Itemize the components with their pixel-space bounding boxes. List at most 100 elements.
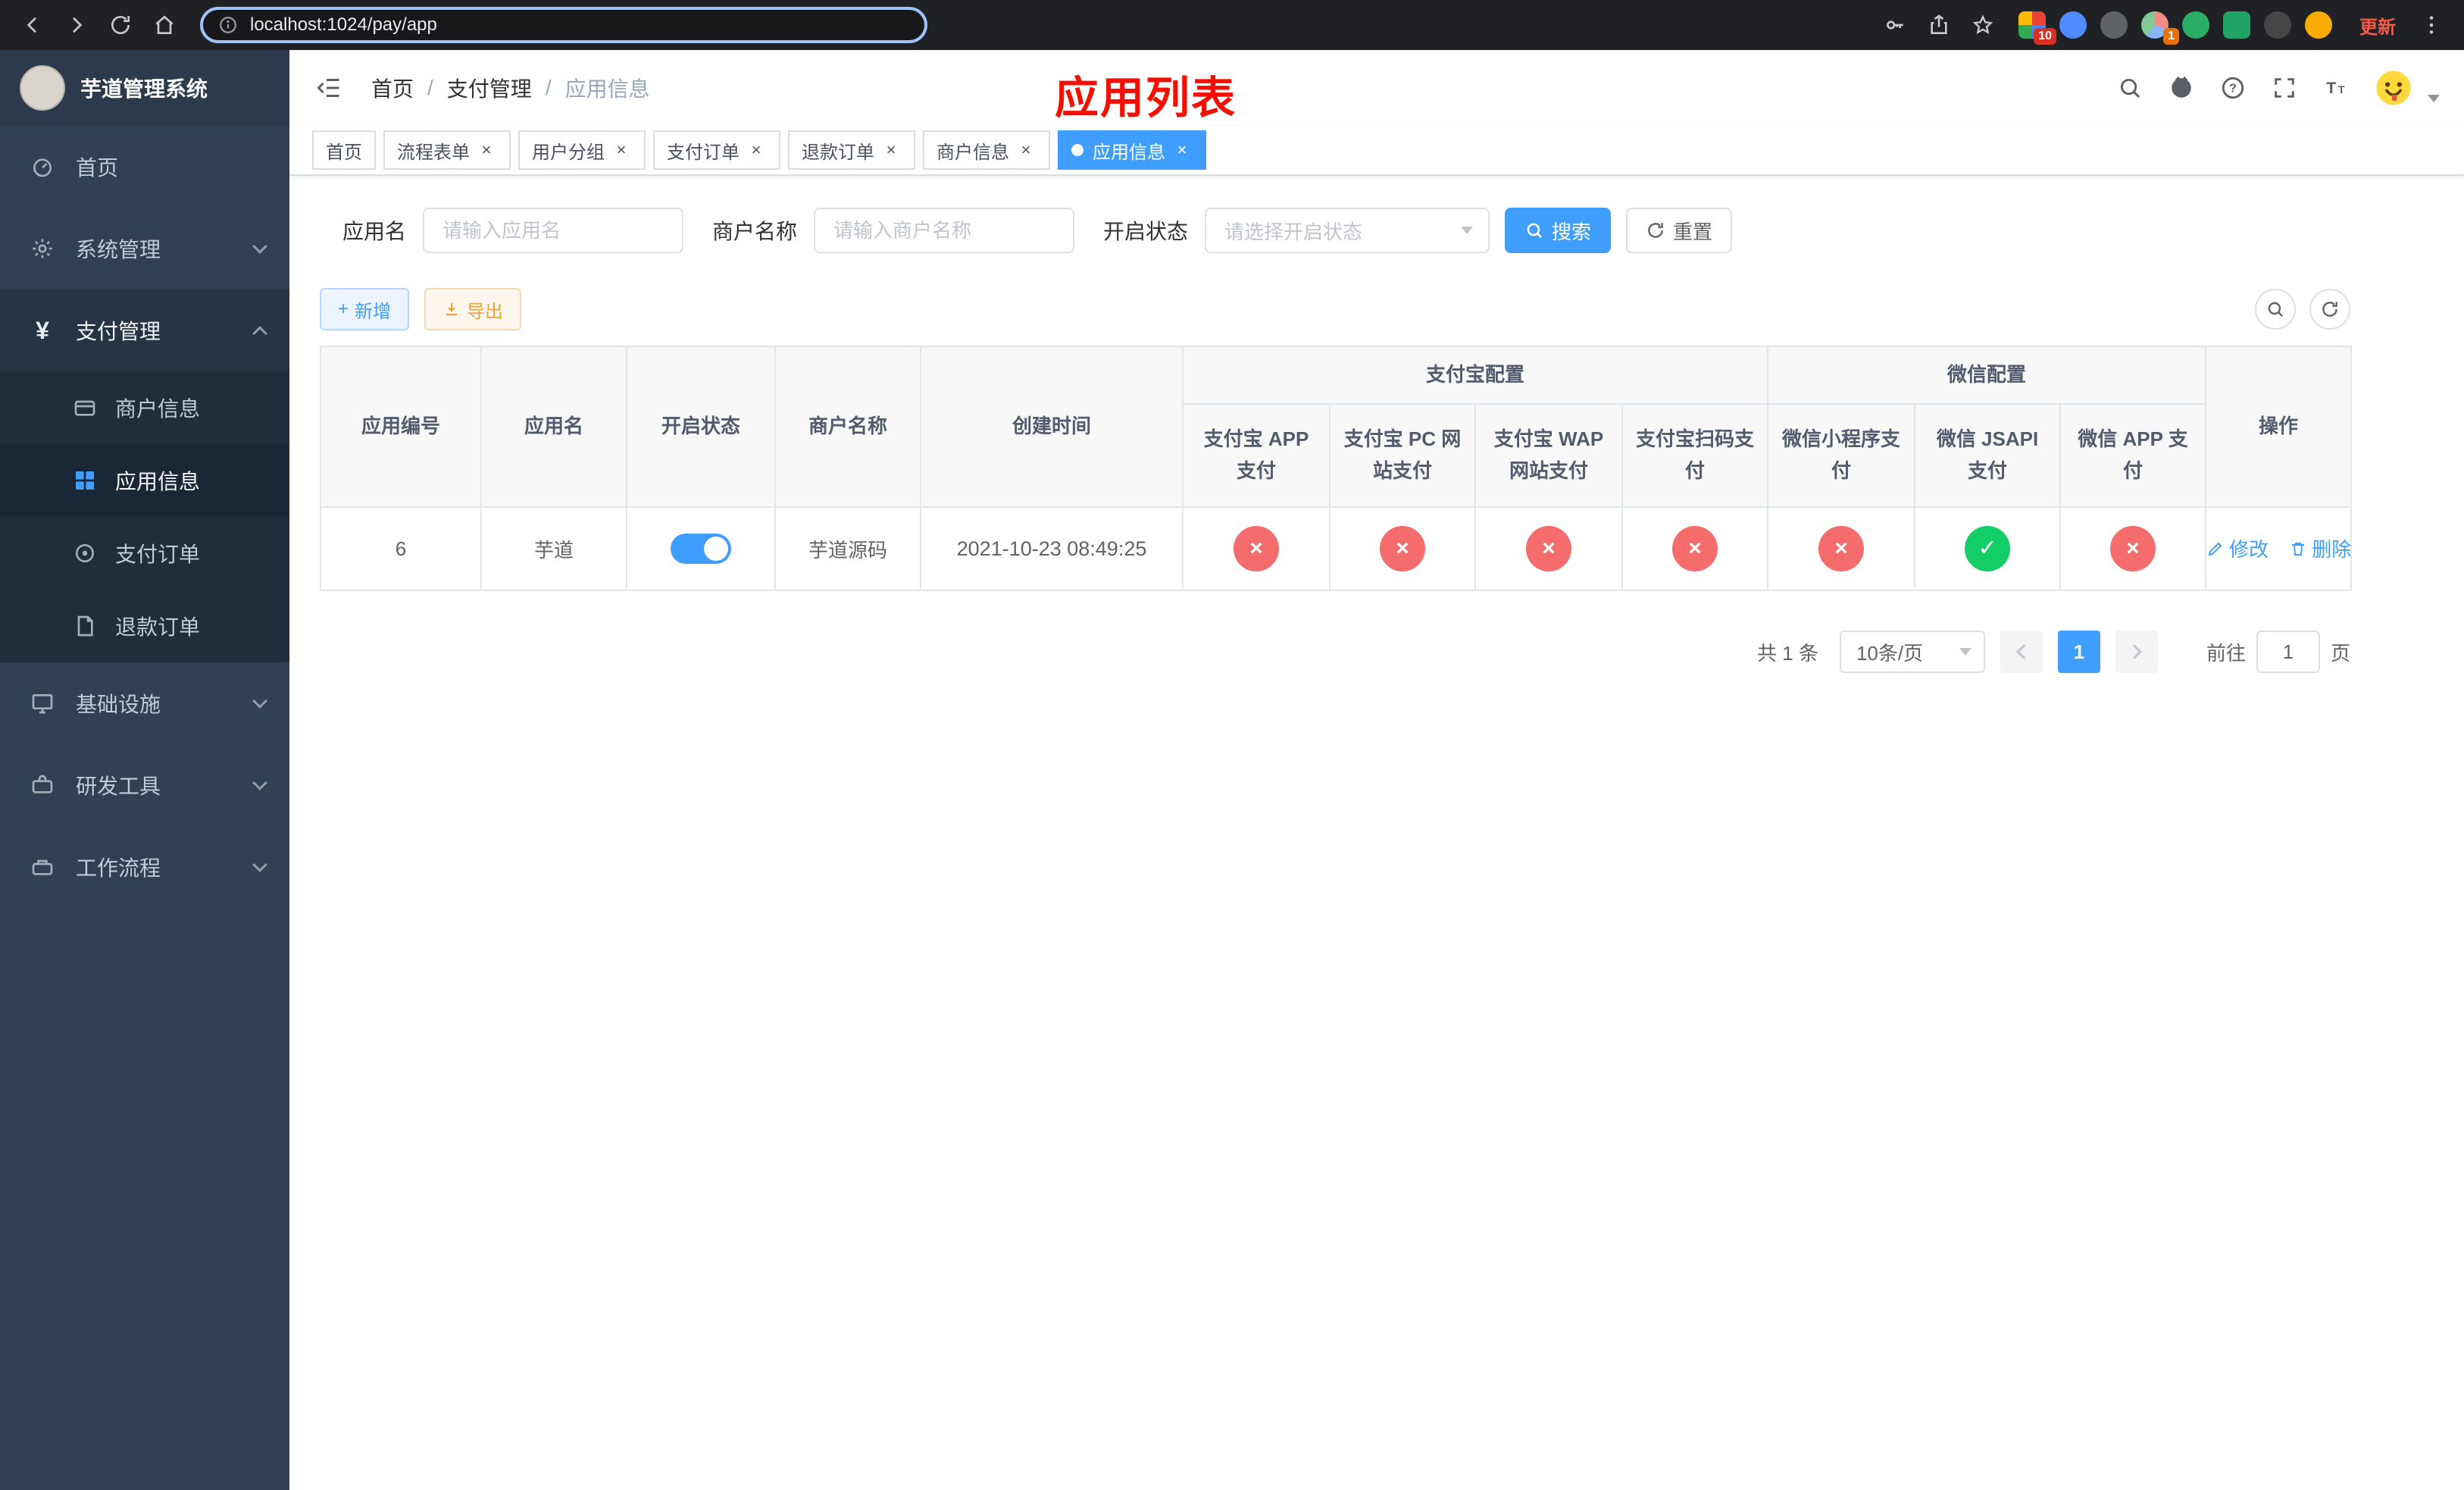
- tab-pay-order[interactable]: 支付订单 ×: [653, 130, 780, 170]
- extension-pin-icon[interactable]: [2264, 11, 2291, 39]
- help-icon[interactable]: ?: [2219, 74, 2247, 102]
- extension-drop-icon[interactable]: [2059, 11, 2087, 39]
- sidebar-item-pay-order[interactable]: 支付订单: [0, 517, 289, 590]
- prev-page-button[interactable]: [2000, 631, 2043, 673]
- tab-home[interactable]: 首页: [312, 130, 376, 170]
- refresh-table-button[interactable]: [2309, 289, 2350, 330]
- font-size-icon[interactable]: TT: [2322, 74, 2350, 102]
- password-key-icon[interactable]: [1875, 5, 1915, 45]
- sidebar-item-app-info[interactable]: 应用信息: [0, 444, 289, 517]
- extension-dark-icon[interactable]: [2100, 11, 2128, 39]
- toggle-knob: [704, 537, 728, 561]
- tab-merchant-info[interactable]: 商户信息 ×: [923, 130, 1050, 170]
- col-header-alipay-wap: 支付宝 WAP 网站支付: [1474, 403, 1623, 508]
- status-cross-icon: ×: [1234, 526, 1279, 571]
- close-icon[interactable]: ×: [746, 139, 767, 161]
- extension-green-circle-icon[interactable]: [2182, 11, 2209, 39]
- sidebar-item-label: 支付订单: [115, 543, 201, 566]
- extension-notebook-icon[interactable]: [2223, 11, 2250, 39]
- browser-reload-icon[interactable]: [100, 5, 141, 45]
- toolbar-right: [2255, 289, 2350, 330]
- tab-refund-order[interactable]: 退款订单 ×: [788, 130, 915, 170]
- chevron-right-icon: [2127, 644, 2142, 659]
- chevron-down-icon: [252, 693, 267, 709]
- chevron-down-icon: [1461, 227, 1474, 234]
- group-header-alipay: 支付宝配置: [1181, 346, 1769, 405]
- export-button[interactable]: 导出: [424, 288, 522, 330]
- close-icon[interactable]: ×: [1015, 139, 1037, 161]
- sidebar-toggle-icon[interactable]: [311, 70, 347, 106]
- sidebar-item-label: 基础设施: [76, 693, 161, 716]
- goto-page-input[interactable]: [2256, 631, 2320, 673]
- close-icon[interactable]: ×: [1171, 139, 1193, 161]
- extension-puzzle-icon[interactable]: 10: [2018, 11, 2056, 45]
- breadcrumb-home[interactable]: 首页: [371, 73, 414, 103]
- breadcrumb-section[interactable]: 支付管理: [447, 73, 532, 103]
- search-button[interactable]: 搜索: [1505, 208, 1612, 253]
- profile-avatar-icon[interactable]: [2305, 11, 2332, 39]
- browser-home-icon[interactable]: [144, 5, 185, 45]
- gear-icon: [29, 235, 56, 262]
- tab-app-info[interactable]: 应用信息 ×: [1058, 130, 1206, 170]
- site-info-icon[interactable]: [218, 15, 238, 35]
- browser-forward-icon[interactable]: [56, 5, 97, 45]
- logo-avatar: [20, 65, 65, 111]
- merchant-name-label: 商户名称: [712, 220, 798, 243]
- app-title: 芋道管理系统: [80, 77, 208, 101]
- search-icon[interactable]: [2115, 74, 2144, 102]
- share-icon[interactable]: [1918, 5, 1959, 45]
- sidebar-item-label: 工作流程: [76, 856, 161, 880]
- app-name-input[interactable]: [423, 208, 684, 253]
- download-icon: [446, 303, 458, 316]
- browser-update-button[interactable]: 更新: [2359, 12, 2396, 39]
- fullscreen-icon[interactable]: [2270, 74, 2299, 102]
- page-size-select[interactable]: 10条/页: [1839, 631, 1985, 673]
- page-number-button[interactable]: 1: [2057, 631, 2100, 673]
- search-form: 应用名 商户名称 开启状态 请选择开启状态 搜索 重置: [320, 208, 2350, 253]
- status-select[interactable]: 请选择开启状态: [1205, 208, 1490, 253]
- sidebar-item-workflow[interactable]: 工作流程: [0, 826, 289, 908]
- close-icon[interactable]: ×: [611, 139, 632, 161]
- sidebar-item-system[interactable]: 系统管理: [0, 208, 289, 290]
- sidebar-item-merchant-info[interactable]: 商户信息: [0, 371, 289, 444]
- group-header-wechat: 微信配置: [1767, 346, 2207, 405]
- pencil-icon: [2208, 542, 2222, 556]
- add-button[interactable]: + 新增: [320, 288, 410, 330]
- sidebar-item-home[interactable]: 首页: [0, 126, 289, 208]
- status-toggle[interactable]: [671, 534, 731, 564]
- delete-link[interactable]: 删除: [2289, 534, 2351, 562]
- cell-wechat-jsapi: ✓: [1914, 506, 2062, 591]
- bookmark-star-icon[interactable]: [1962, 5, 2003, 45]
- merchant-name-input[interactable]: [814, 208, 1075, 253]
- sidebar-item-payment[interactable]: ¥ 支付管理: [0, 290, 289, 371]
- browser-menu-icon[interactable]: [2411, 5, 2452, 45]
- page-content: 应用名 商户名称 开启状态 请选择开启状态 搜索 重置: [320, 208, 2353, 673]
- github-icon[interactable]: [2167, 74, 2196, 102]
- sidebar-item-refund-order[interactable]: 退款订单: [0, 590, 289, 662]
- tab-process-form[interactable]: 流程表单 ×: [383, 130, 511, 170]
- close-icon[interactable]: ×: [880, 139, 902, 161]
- col-header-status: 开启状态: [626, 346, 776, 508]
- sidebar-item-label: 退款订单: [115, 615, 201, 639]
- status-cross-icon: ×: [1818, 526, 1865, 571]
- edit-link[interactable]: 修改: [2206, 534, 2269, 562]
- avatar-dropdown-caret-icon[interactable]: [2428, 95, 2440, 102]
- address-bar[interactable]: localhost:1024/pay/app: [200, 7, 927, 43]
- browser-back-icon[interactable]: [12, 5, 53, 45]
- next-page-button[interactable]: [2115, 631, 2158, 673]
- hide-search-button[interactable]: [2255, 289, 2296, 330]
- close-icon[interactable]: ×: [476, 139, 497, 161]
- app-logo[interactable]: 芋道管理系统: [0, 50, 289, 126]
- col-header-actions: 操作: [2205, 346, 2353, 508]
- sidebar-item-label: 支付管理: [76, 320, 161, 343]
- sidebar-item-dev-tools[interactable]: 研发工具: [0, 744, 289, 826]
- pagination-total: 共 1 条: [1757, 641, 1818, 665]
- tab-user-group[interactable]: 用户分组 ×: [518, 130, 646, 170]
- extension-color-icon[interactable]: 1: [2141, 11, 2179, 45]
- cell-alipay-wap: ×: [1474, 506, 1623, 591]
- sidebar-item-infra[interactable]: 基础设施: [0, 662, 289, 744]
- sidebar-item-label: 首页: [76, 156, 119, 180]
- tags-view-bar: 首页 流程表单 × 用户分组 × 支付订单 × 退款订单 × 商户信息 × 应用…: [289, 126, 2464, 176]
- user-avatar[interactable]: [2373, 67, 2414, 108]
- reset-button[interactable]: 重置: [1626, 208, 1733, 253]
